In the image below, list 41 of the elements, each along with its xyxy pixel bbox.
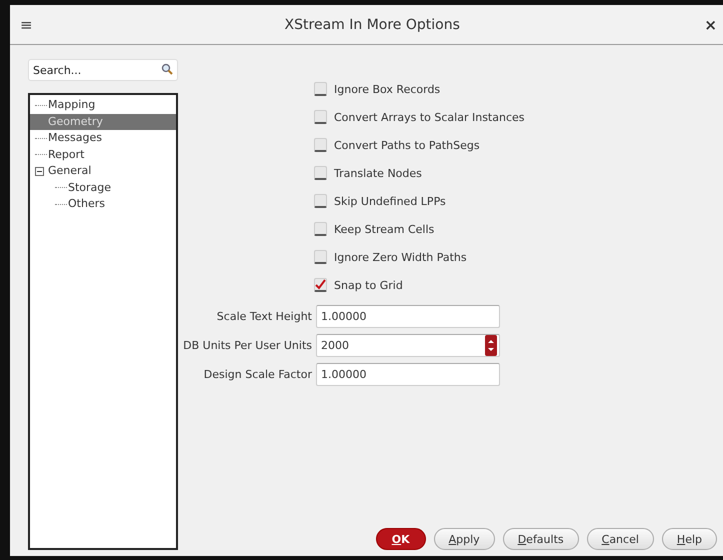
checkbox[interactable] (314, 138, 327, 152)
input-field[interactable]: 2000 (316, 334, 500, 357)
close-icon[interactable]: × (704, 16, 717, 34)
dialog-button[interactable]: Apply (434, 528, 495, 550)
checkbox-label: Keep Stream Cells (334, 222, 434, 236)
checkbox[interactable] (314, 82, 327, 96)
field-label: Scale Text Height (216, 310, 312, 323)
checkbox[interactable] (314, 278, 327, 292)
spin-icon[interactable] (485, 335, 497, 356)
tree-item[interactable]: Storage (68, 180, 176, 196)
checkbox-label: Convert Arrays to Scalar Instances (334, 110, 524, 124)
search-field[interactable]: Search... (28, 59, 178, 81)
tree-item[interactable]: General (48, 163, 176, 180)
checkbox-label: Snap to Grid (334, 278, 403, 292)
dialog-button[interactable]: Defaults (502, 528, 579, 550)
tree-item[interactable]: Others (68, 196, 176, 212)
dialog-button[interactable]: OK (376, 528, 426, 550)
collapse-icon[interactable] (35, 166, 44, 176)
tree-item[interactable]: Mapping (48, 97, 176, 114)
checkbox-label: Translate Nodes (334, 166, 422, 180)
checkbox-label: Ignore Zero Width Paths (334, 250, 467, 264)
menu-icon[interactable]: ≡ (20, 16, 40, 34)
checkbox[interactable] (314, 194, 327, 208)
checkbox-label: Convert Paths to PathSegs (334, 138, 480, 152)
input-field[interactable]: 1.00000 (316, 305, 500, 328)
checkbox-label: Skip Undefined LPPs (334, 194, 446, 208)
dialog-button[interactable]: Cancel (586, 528, 654, 550)
tree-item[interactable]: Messages (48, 130, 176, 146)
tree-item[interactable]: Geometry (30, 114, 176, 130)
window-title: XStream In More Options (284, 16, 461, 32)
input-field[interactable]: 1.00000 (316, 363, 500, 386)
checkbox[interactable] (314, 110, 327, 124)
checkbox[interactable] (314, 222, 327, 236)
checkbox[interactable] (314, 250, 327, 264)
search-icon (161, 63, 173, 75)
field-label: Design Scale Factor (204, 368, 312, 381)
tree-item[interactable]: Report (48, 146, 176, 163)
field-label: DB Units Per User Units (183, 339, 312, 352)
checkbox[interactable] (314, 166, 327, 180)
dialog-button[interactable]: Help (662, 528, 717, 550)
checkbox-label: Ignore Box Records (334, 82, 440, 96)
